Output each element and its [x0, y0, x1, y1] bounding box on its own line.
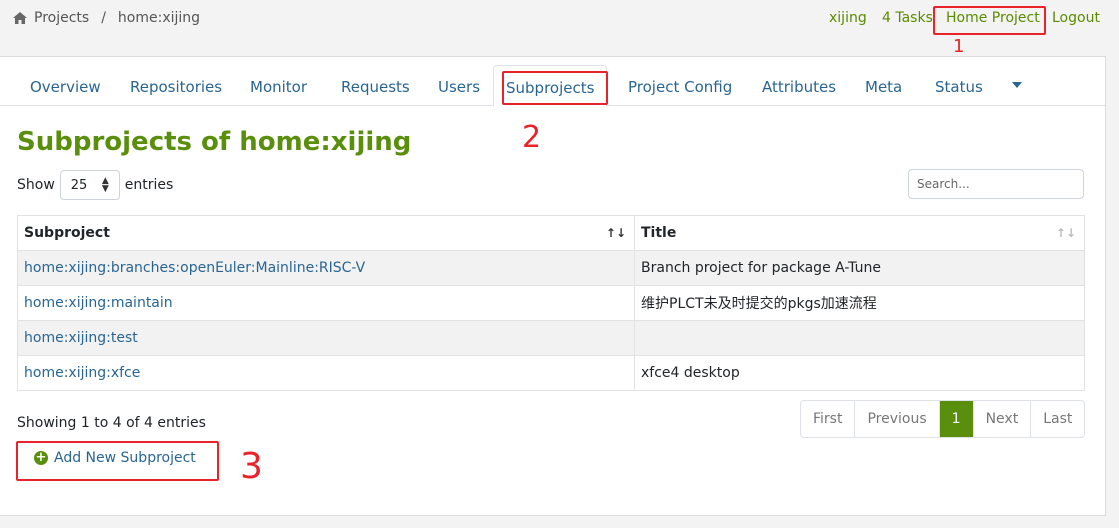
- tab-users[interactable]: Users: [438, 65, 480, 105]
- show-label: Show: [17, 177, 55, 193]
- table-row: home:xijing:maintain 维护PLCT未及时提交的pkgs加速流…: [17, 285, 1085, 321]
- tasks-link[interactable]: 4 Tasks: [882, 10, 933, 26]
- column-header-label: Title: [641, 225, 677, 241]
- entries-select[interactable]: 25 ▲ ▼: [59, 170, 120, 200]
- subproject-cell: home:xijing:xfce: [17, 355, 635, 391]
- annotation-number-1: 1: [953, 36, 965, 57]
- subproject-link[interactable]: home:xijing:xfce: [24, 365, 140, 381]
- table-row: home:xijing:test: [17, 320, 1085, 356]
- pagination-previous[interactable]: Previous: [854, 401, 938, 437]
- tab-monitor[interactable]: Monitor: [250, 65, 307, 105]
- logout-link[interactable]: Logout: [1052, 10, 1100, 26]
- subproject-cell: home:xijing:branches:openEuler:Mainline:…: [17, 250, 635, 286]
- table-info: Showing 1 to 4 of 4 entries: [17, 415, 206, 431]
- subproject-link[interactable]: home:xijing:test: [24, 330, 138, 346]
- sort-icon: ↑↓: [605, 226, 626, 240]
- search-input[interactable]: [908, 169, 1084, 199]
- pagination-page-current[interactable]: 1: [938, 401, 973, 437]
- title-cell: Branch project for package A-Tune: [634, 250, 1085, 286]
- pagination: First Previous 1 Next Last: [800, 400, 1086, 438]
- subproject-link[interactable]: home:xijing:branches:openEuler:Mainline:…: [24, 260, 365, 276]
- entries-label: entries: [124, 177, 174, 193]
- annotation-number-2: 2: [522, 120, 542, 155]
- subproject-cell: home:xijing:maintain: [17, 285, 635, 321]
- tab-repositories[interactable]: Repositories: [130, 65, 222, 105]
- tab-project-config[interactable]: Project Config: [628, 65, 732, 105]
- column-header-title[interactable]: Title ↑↓: [634, 215, 1085, 251]
- user-link[interactable]: xijing: [829, 10, 867, 26]
- table-row: home:xijing:branches:openEuler:Mainline:…: [17, 250, 1085, 286]
- tab-status[interactable]: Status: [935, 65, 983, 105]
- breadcrumb: Projects / home:xijing: [12, 10, 200, 26]
- tab-overview[interactable]: Overview: [30, 65, 101, 105]
- title-cell: [634, 320, 1085, 356]
- subproject-cell: home:xijing:test: [17, 320, 635, 356]
- title-cell: 维护PLCT未及时提交的pkgs加速流程: [634, 285, 1085, 321]
- breadcrumb-separator: /: [101, 10, 106, 26]
- select-arrows-icon: ▲ ▼: [101, 176, 109, 194]
- title-cell: xfce4 desktop: [634, 355, 1085, 391]
- tab-meta[interactable]: Meta: [865, 65, 902, 105]
- sort-icon: ↑↓: [1055, 226, 1076, 240]
- breadcrumb-projects-link[interactable]: Projects: [34, 10, 89, 26]
- entries-select-value: 25: [70, 177, 88, 193]
- annotation-number-3: 3: [240, 446, 263, 487]
- column-header-label: Subproject: [24, 225, 110, 241]
- annotation-box-add-subproject: [16, 441, 219, 481]
- page-title: Subprojects of home:xijing: [17, 127, 412, 157]
- pagination-last[interactable]: Last: [1030, 401, 1084, 437]
- column-header-subproject[interactable]: Subproject ↑↓: [17, 215, 635, 251]
- annotation-box-home-project: [933, 6, 1046, 35]
- table-header-row: Subproject ↑↓ Title ↑↓: [17, 215, 1085, 251]
- length-control: Show 25 ▲ ▼ entries: [17, 170, 173, 200]
- breadcrumb-current[interactable]: home:xijing: [118, 10, 200, 26]
- pagination-first[interactable]: First: [801, 401, 854, 437]
- pagination-next[interactable]: Next: [972, 401, 1031, 437]
- tab-attributes[interactable]: Attributes: [762, 65, 836, 105]
- home-icon: [13, 12, 27, 24]
- annotation-box-subprojects-tab: [502, 71, 608, 105]
- subproject-link[interactable]: home:xijing:maintain: [24, 295, 173, 311]
- more-tabs-caret-icon[interactable]: [1012, 82, 1022, 88]
- tab-requests[interactable]: Requests: [341, 65, 410, 105]
- subprojects-table: Subproject ↑↓ Title ↑↓ home:xijing:branc…: [17, 215, 1085, 391]
- table-row: home:xijing:xfce xfce4 desktop: [17, 355, 1085, 391]
